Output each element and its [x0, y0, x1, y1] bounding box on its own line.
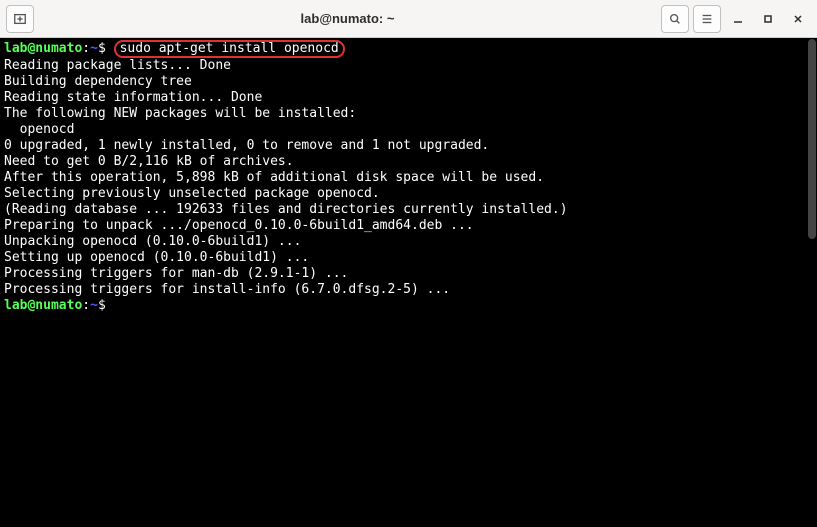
minimize-icon: [732, 13, 744, 25]
prompt-dollar: $: [98, 41, 106, 56]
minimize-button[interactable]: [725, 6, 751, 32]
output-line: The following NEW packages will be insta…: [4, 106, 813, 122]
output-line: openocd: [4, 122, 813, 138]
output-line: Need to get 0 B/2,116 kB of archives.: [4, 154, 813, 170]
close-icon: [792, 13, 804, 25]
output-line: 0 upgraded, 1 newly installed, 0 to remo…: [4, 138, 813, 154]
maximize-icon: [762, 13, 774, 25]
prompt-sep: :: [82, 41, 90, 56]
prompt-sep: :: [82, 298, 90, 313]
prompt-user: lab@numato: [4, 41, 82, 56]
new-tab-button[interactable]: [6, 5, 34, 33]
scrollbar-thumb[interactable]: [808, 39, 816, 239]
prompt-dollar: $: [98, 298, 106, 313]
titlebar-right-controls: [661, 5, 811, 33]
prompt-path: ~: [90, 298, 98, 313]
output-line: Building dependency tree: [4, 74, 813, 90]
close-button[interactable]: [785, 6, 811, 32]
titlebar: lab@numato: ~: [0, 0, 817, 38]
output-line: Reading state information... Done: [4, 90, 813, 106]
titlebar-left-controls: [6, 5, 34, 33]
output-line: After this operation, 5,898 kB of additi…: [4, 170, 813, 186]
output-line: Setting up openocd (0.10.0-6build1) ...: [4, 250, 813, 266]
prompt-line-2: lab@numato:~$: [4, 298, 813, 314]
scrollbar[interactable]: [807, 38, 817, 527]
prompt-line-1: lab@numato:~$ sudo apt-get install openo…: [4, 40, 813, 58]
output-line: Processing triggers for man-db (2.9.1-1)…: [4, 266, 813, 282]
search-icon: [668, 12, 682, 26]
output-line: Selecting previously unselected package …: [4, 186, 813, 202]
highlighted-command: sudo apt-get install openocd: [114, 40, 345, 58]
output-line: Preparing to unpack .../openocd_0.10.0-6…: [4, 218, 813, 234]
terminal-area[interactable]: lab@numato:~$ sudo apt-get install openo…: [0, 38, 817, 527]
window-title: lab@numato: ~: [34, 11, 661, 26]
menu-button[interactable]: [693, 5, 721, 33]
output-line: Reading package lists... Done: [4, 58, 813, 74]
search-button[interactable]: [661, 5, 689, 33]
output-line: (Reading database ... 192633 files and d…: [4, 202, 813, 218]
hamburger-icon: [700, 12, 714, 26]
output-line: Unpacking openocd (0.10.0-6build1) ...: [4, 234, 813, 250]
maximize-button[interactable]: [755, 6, 781, 32]
new-tab-icon: [13, 12, 27, 26]
prompt-path: ~: [90, 41, 98, 56]
output-line: Processing triggers for install-info (6.…: [4, 282, 813, 298]
prompt-user: lab@numato: [4, 298, 82, 313]
